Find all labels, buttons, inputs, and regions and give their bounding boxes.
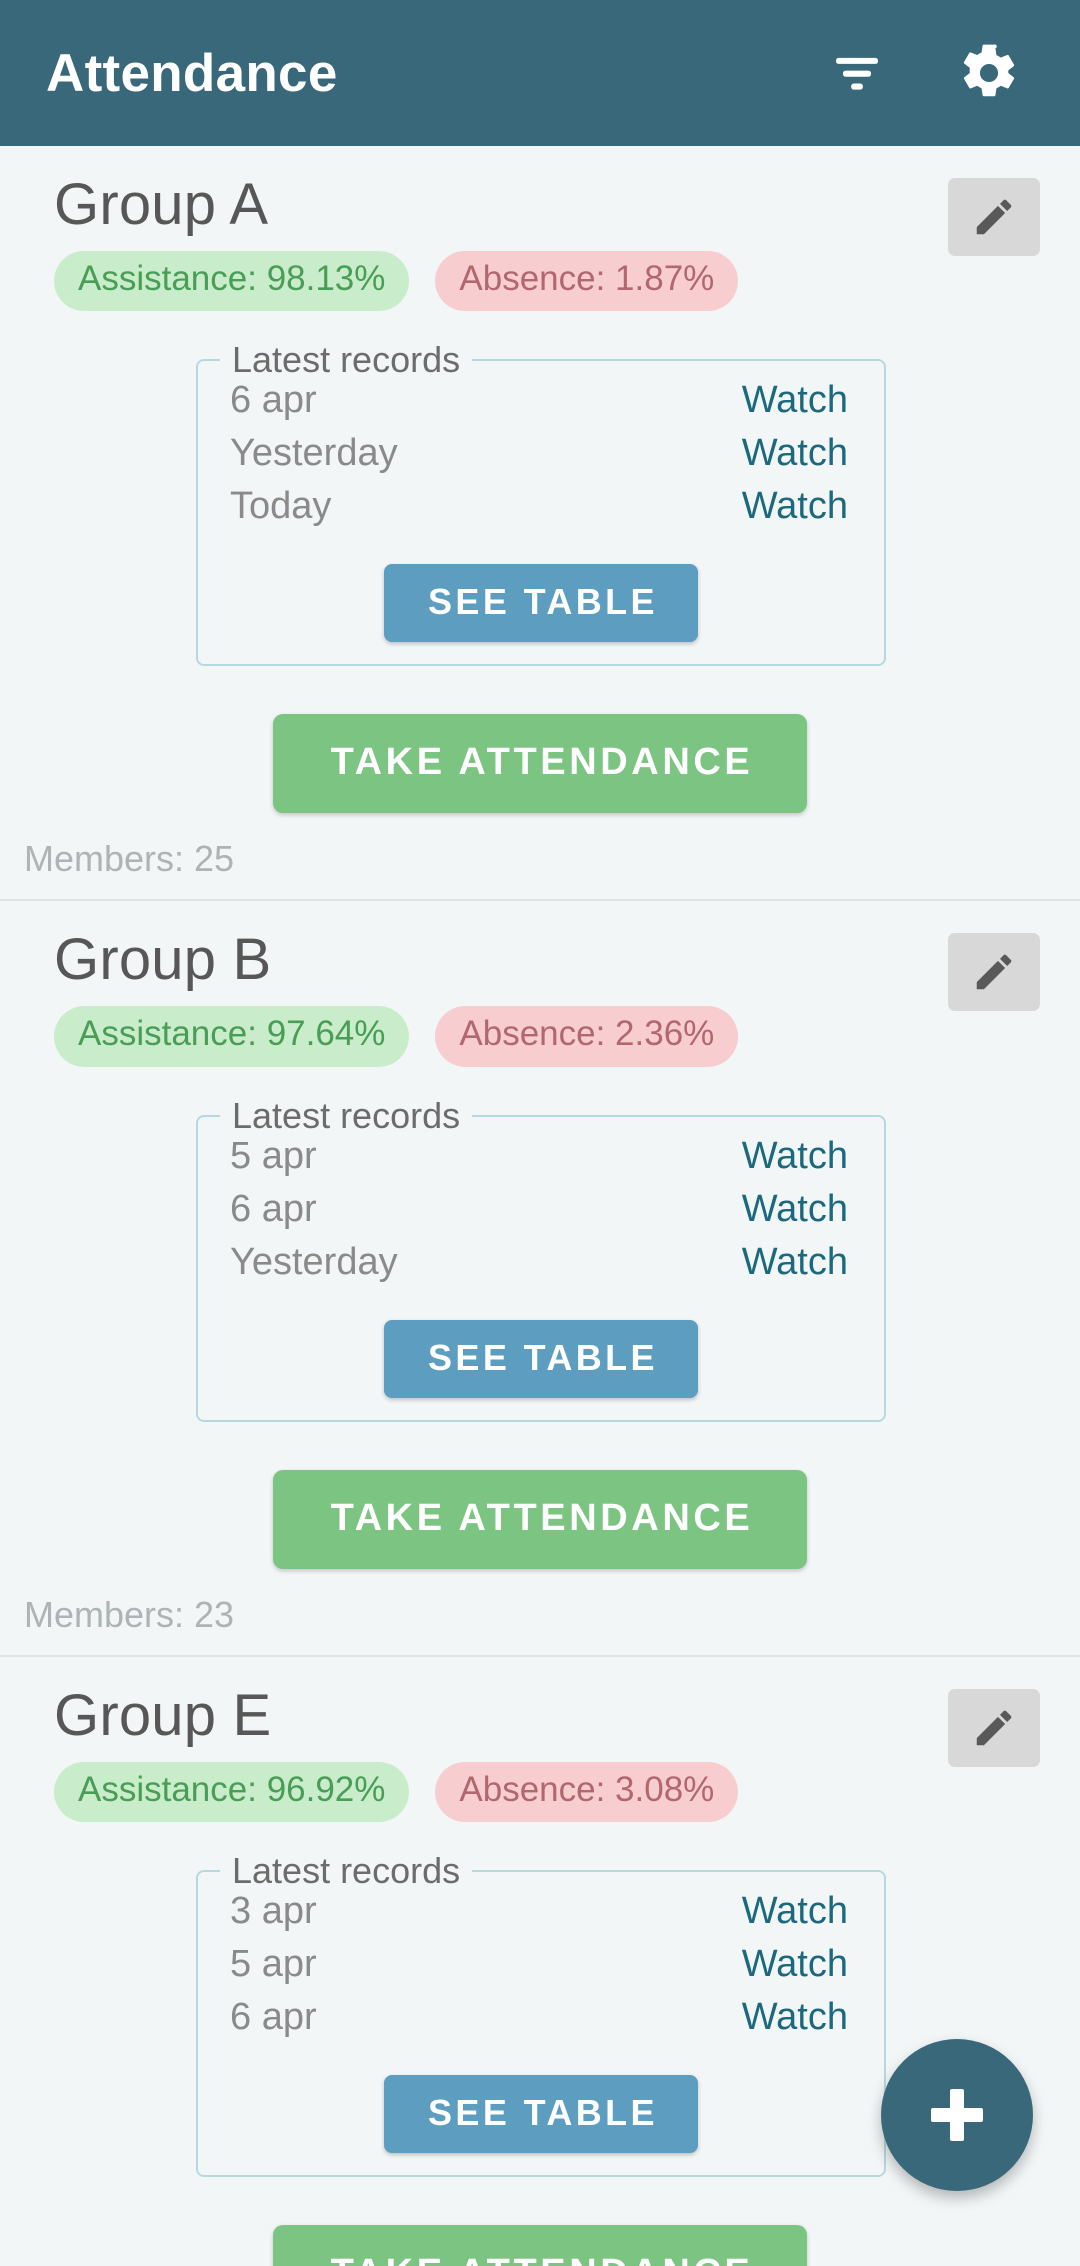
record-date: Today bbox=[230, 485, 332, 528]
plus-icon bbox=[931, 2089, 983, 2141]
take-attendance-row: TAKE ATTENDANCE bbox=[0, 714, 1080, 814]
see-table-button[interactable]: SEE TABLE bbox=[384, 564, 698, 643]
record-row[interactable]: 3 apr Watch bbox=[198, 1892, 884, 1945]
see-table-button[interactable]: SEE TABLE bbox=[384, 1319, 698, 1398]
pencil-icon bbox=[976, 955, 1012, 990]
latest-records-legend: Latest records bbox=[232, 1850, 461, 1892]
record-date: Yesterday bbox=[230, 1240, 398, 1283]
record-date: 5 apr bbox=[230, 1943, 317, 1986]
watch-link[interactable]: Watch bbox=[742, 1998, 848, 2036]
app-bar: Attendance bbox=[0, 0, 1080, 146]
members-count: Members: 23 bbox=[24, 1593, 235, 1635]
stat-pills: Assistance: 97.64% Absence: 2.36% bbox=[0, 994, 1080, 1067]
record-date: 3 apr bbox=[230, 1890, 317, 1933]
record-date: 6 apr bbox=[230, 379, 317, 422]
edit-group-button[interactable] bbox=[948, 1688, 1040, 1767]
add-group-fab[interactable] bbox=[881, 2039, 1033, 2191]
watch-link[interactable]: Watch bbox=[742, 1137, 848, 1175]
assistance-badge: Assistance: 98.13% bbox=[54, 250, 410, 312]
group-header: Group E bbox=[0, 1682, 1080, 1767]
group-header: Group B bbox=[0, 927, 1080, 1012]
see-table-button[interactable]: SEE TABLE bbox=[384, 2075, 698, 2154]
watch-link[interactable]: Watch bbox=[742, 487, 848, 525]
app-bar-actions bbox=[814, 30, 1046, 116]
watch-link[interactable]: Watch bbox=[742, 434, 848, 472]
record-row[interactable]: Yesterday Watch bbox=[198, 434, 884, 487]
edit-group-button[interactable] bbox=[948, 933, 1040, 1012]
latest-records-panel: Latest records 6 apr Watch Yesterday Wat… bbox=[196, 339, 886, 667]
latest-records-legend: Latest records bbox=[232, 1094, 461, 1136]
record-row[interactable]: 6 apr Watch bbox=[198, 381, 884, 434]
sort-filter-icon bbox=[836, 57, 878, 90]
group-list[interactable]: Group A Assistance: 98.13% Absence: 1.87… bbox=[0, 146, 1080, 2266]
stat-pills: Assistance: 96.92% Absence: 3.08% bbox=[0, 1750, 1080, 1823]
group-title: Group B bbox=[54, 927, 272, 993]
take-attendance-button[interactable]: TAKE ATTENDANCE bbox=[272, 2225, 808, 2266]
pencil-icon bbox=[976, 199, 1012, 235]
latest-records-panel: Latest records 5 apr Watch 6 apr Watch Y… bbox=[196, 1094, 886, 1422]
stat-pills: Assistance: 98.13% Absence: 1.87% bbox=[0, 239, 1080, 312]
take-attendance-row: TAKE ATTENDANCE bbox=[0, 1469, 1080, 1569]
group-card: Group B Assistance: 97.64% Absence: 2.36… bbox=[0, 901, 1080, 1657]
watch-link[interactable]: Watch bbox=[742, 381, 848, 419]
settings-button[interactable] bbox=[946, 30, 1032, 116]
app-screen: Attendance Group A Assistance: 98.13% Ab… bbox=[0, 0, 1080, 2266]
watch-link[interactable]: Watch bbox=[742, 1892, 848, 1930]
latest-records-panel: Latest records 3 apr Watch 5 apr Watch 6… bbox=[196, 1850, 886, 2178]
edit-group-button[interactable] bbox=[948, 178, 1040, 256]
absence-badge: Absence: 1.87% bbox=[435, 250, 739, 312]
record-row[interactable]: Yesterday Watch bbox=[198, 1243, 884, 1296]
record-row[interactable]: 5 apr Watch bbox=[198, 1137, 884, 1190]
watch-link[interactable]: Watch bbox=[742, 1243, 848, 1281]
record-row[interactable]: Today Watch bbox=[198, 487, 884, 540]
group-header: Group A bbox=[0, 172, 1080, 256]
record-date: 5 apr bbox=[230, 1134, 317, 1177]
page-title: Attendance bbox=[46, 43, 338, 103]
watch-link[interactable]: Watch bbox=[742, 1190, 848, 1228]
take-attendance-button[interactable]: TAKE ATTENDANCE bbox=[272, 1469, 808, 1569]
group-title: Group E bbox=[54, 1682, 272, 1748]
absence-badge: Absence: 2.36% bbox=[435, 1006, 739, 1067]
see-table-row: SEE TABLE bbox=[198, 2075, 884, 2154]
sort-filter-button[interactable] bbox=[814, 30, 900, 116]
record-row[interactable]: 6 apr Watch bbox=[198, 1190, 884, 1243]
members-count: Members: 25 bbox=[24, 838, 235, 880]
record-row[interactable]: 5 apr Watch bbox=[198, 1945, 884, 1998]
record-row[interactable]: 6 apr Watch bbox=[198, 1998, 884, 2051]
gear-icon bbox=[963, 44, 1015, 97]
assistance-badge: Assistance: 96.92% bbox=[54, 1761, 410, 1823]
pencil-icon bbox=[976, 1710, 1012, 1746]
group-card: Group A Assistance: 98.13% Absence: 1.87… bbox=[0, 146, 1080, 902]
latest-records-legend: Latest records bbox=[232, 339, 461, 381]
absence-badge: Absence: 3.08% bbox=[435, 1761, 739, 1823]
take-attendance-row: TAKE ATTENDANCE bbox=[0, 2225, 1080, 2266]
group-title: Group A bbox=[54, 172, 269, 237]
take-attendance-button[interactable]: TAKE ATTENDANCE bbox=[272, 714, 808, 814]
see-table-row: SEE TABLE bbox=[198, 564, 884, 643]
record-date: Yesterday bbox=[230, 432, 398, 475]
record-date: 6 apr bbox=[230, 1187, 317, 1230]
assistance-badge: Assistance: 97.64% bbox=[54, 1006, 410, 1067]
see-table-row: SEE TABLE bbox=[198, 1319, 884, 1398]
record-date: 6 apr bbox=[230, 1996, 317, 2039]
watch-link[interactable]: Watch bbox=[742, 1945, 848, 1983]
